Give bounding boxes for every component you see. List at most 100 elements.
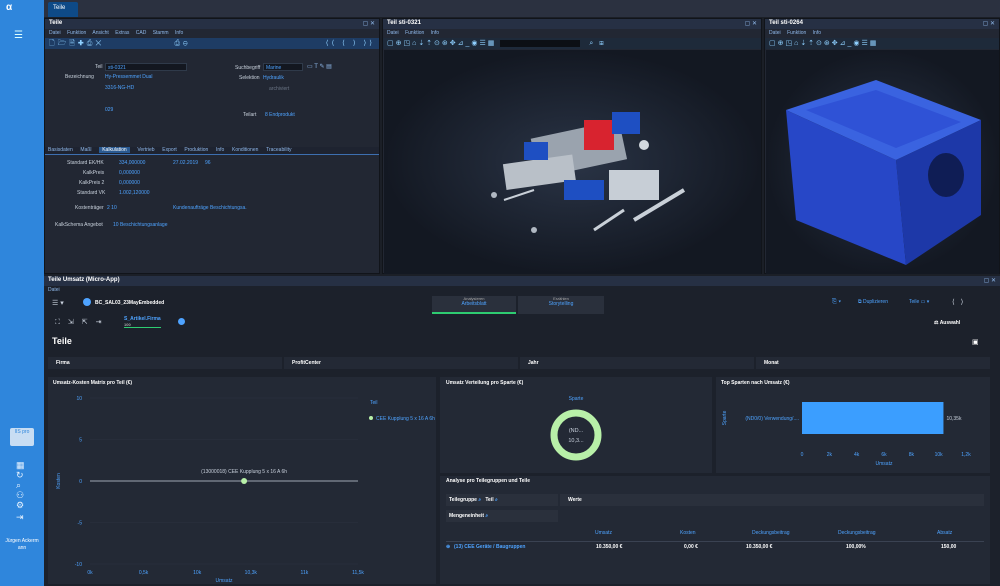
- search-icon[interactable]: ⌕: [495, 497, 498, 503]
- bar-title: Top Sparten nach Umsatz (€): [721, 380, 790, 386]
- menu-item-stamm[interactable]: Stamm: [153, 30, 169, 36]
- menu-item-extras[interactable]: Extras: [115, 30, 129, 36]
- suchbegriff-label: Suchbegriff: [235, 65, 261, 71]
- close-icon[interactable]: ▢ ✕: [984, 277, 996, 284]
- filter-firma[interactable]: Firma: [48, 357, 282, 369]
- pie-title: Umsatz Verteilung pro Sparte (€): [446, 380, 524, 386]
- table-filter-row: Teilegruppe ⌕ Teil ⌕: [446, 494, 558, 506]
- search-icon[interactable]: ⌕: [485, 513, 488, 519]
- standard-vk-field[interactable]: 1.002,120000: [119, 190, 150, 196]
- col-kosten[interactable]: Kosten: [680, 530, 696, 536]
- hamburger-icon[interactable]: ☰ ▾: [52, 299, 64, 307]
- nav-arrows[interactable]: ⟨ ⟩: [952, 298, 963, 306]
- filter-werte[interactable]: Werte: [560, 494, 984, 506]
- chip-settings-icon[interactable]: [178, 318, 185, 325]
- bar-chart[interactable]: 0 2k 4k 6k 8k 10k 1,2k Umsatz Sparte (ND0/0) Verw…: [716, 388, 990, 473]
- filter-teilegruppe[interactable]: Teilegruppe: [449, 497, 477, 503]
- menu-item-info[interactable]: Info: [431, 30, 439, 36]
- row-expand-icon[interactable]: ⊕: [446, 544, 450, 550]
- menu-item-ansicht[interactable]: Ansicht: [92, 30, 108, 36]
- tab-info[interactable]: Info: [216, 147, 224, 153]
- sheet-select-label: Teile: [909, 299, 920, 305]
- tab-massl[interactable]: Maßl: [80, 147, 91, 153]
- cell-absatz: 150,00: [941, 544, 957, 550]
- tab-produktion[interactable]: Produktion: [184, 147, 208, 153]
- kalkschema-field[interactable]: 10 Beschichtungsanlage: [113, 222, 168, 228]
- pie-center-label: (ND...: [569, 428, 584, 434]
- x-tick-label: 11k: [301, 570, 309, 576]
- mode-left-label: Arbeitsblatt: [461, 301, 487, 307]
- cad-viewport-box[interactable]: [766, 50, 999, 274]
- mode-arbeitsblatt[interactable]: Analysieren Arbeitsblatt: [432, 296, 516, 314]
- tab-kalkulation[interactable]: Kalkulation: [99, 147, 130, 153]
- menu-icon[interactable]: ☰: [14, 30, 23, 41]
- close-icon[interactable]: ▢ ✕: [983, 20, 995, 27]
- settings-icon[interactable]: ⚙: [16, 500, 24, 511]
- teilart-field[interactable]: 8 Endprodukt: [265, 112, 295, 118]
- menu-item-funktion[interactable]: Funktion: [787, 30, 806, 36]
- standard-ek-field[interactable]: 334,000000: [119, 160, 145, 166]
- filter-chip[interactable]: S_Artikel.Firma 100: [124, 316, 161, 328]
- filter-jahr[interactable]: Jahr: [520, 357, 754, 369]
- kostentraeger-field[interactable]: 2 10: [107, 205, 117, 211]
- export-icon[interactable]: ▣: [972, 338, 979, 346]
- menu-item-datei[interactable]: Datei: [48, 287, 60, 293]
- cad-viewport-assembly[interactable]: [384, 50, 761, 274]
- filter-monat[interactable]: Monat: [756, 357, 990, 369]
- tab-vertrieb[interactable]: Vertrieb: [137, 147, 154, 153]
- bookmark-icon[interactable]: ⎘ ▾: [832, 299, 841, 306]
- menu-item-info[interactable]: Info: [175, 30, 183, 36]
- filter-teil[interactable]: Teil: [485, 497, 493, 503]
- x-tick-label: 0: [801, 452, 804, 458]
- col-deckungsbeitrag[interactable]: Deckungsbeitrag: [752, 530, 790, 536]
- data-source[interactable]: BC_SAL03_23MayEmbedded: [95, 300, 164, 306]
- close-icon[interactable]: ▢ ✕: [363, 20, 375, 27]
- bezeichnung2-field[interactable]: 3316-NG-HD: [105, 85, 134, 91]
- selection-tools[interactable]: ⛶⇲⇱⇥: [55, 318, 110, 327]
- menu-item-datei[interactable]: Datei: [387, 30, 399, 36]
- sheet-select[interactable]: Teile ▭ ▾: [909, 299, 929, 305]
- search-icon[interactable]: ⌕: [478, 497, 481, 503]
- x-tick-label: 1,2k: [961, 452, 971, 458]
- tab-basisdaten[interactable]: Basisdaten: [48, 147, 73, 153]
- kalkpreis2-field[interactable]: 0,000000: [119, 180, 140, 186]
- duplicate-button[interactable]: ⧉ Duplizieren: [858, 299, 888, 305]
- col-umsatz[interactable]: Umsatz: [595, 530, 612, 536]
- menu-item-funktion[interactable]: Funktion: [67, 30, 86, 36]
- teil-field[interactable]: sti-0321: [105, 63, 187, 71]
- close-icon[interactable]: ▢ ✕: [745, 20, 757, 27]
- auswahl-button[interactable]: ⚖ Auswahl: [934, 320, 960, 326]
- col-deckungsbeitrag-pct[interactable]: Deckungsbeitrag: [838, 530, 876, 536]
- table-row[interactable]: ⊕ (13) CEE Geräte / Baugruppen 10.350,00…: [446, 541, 984, 551]
- pie-chart[interactable]: Sparte (ND... 10,3...: [440, 388, 712, 473]
- selektion-field[interactable]: Hydraulik: [263, 75, 284, 81]
- suchbegriff-field[interactable]: Marine: [263, 63, 303, 71]
- detail-tabs: Basisdaten Maßl Kalkulation Vertrieb Exp…: [45, 147, 379, 155]
- menu-item-cad[interactable]: CAD: [136, 30, 147, 36]
- panel-menu: Datei Funktion Info: [765, 29, 999, 38]
- tab-traceability[interactable]: Traceability: [266, 147, 291, 153]
- cad-panel-2: Teil sti-0264 ▢ ✕ Datei Funktion Info ▢⊕…: [764, 18, 1000, 274]
- scatter-chart[interactable]: 10 5 0 -5 -10 0k 0,5k 10k 10,3k 11k 11,5k Umsatz Kos…: [48, 388, 436, 584]
- col-absatz[interactable]: Absatz: [937, 530, 952, 536]
- user-name[interactable]: Jürgen Ackerm ann: [4, 538, 40, 552]
- logout-icon[interactable]: ⇥: [16, 512, 24, 523]
- cad-toolbar[interactable]: ▢⊕◳⌂⇣⇡⊙⊛✥⊿_◉☰▦ ⌕ ⊞: [383, 38, 761, 49]
- menu-item-datei[interactable]: Datei: [769, 30, 781, 36]
- menu-item-funktion[interactable]: Funktion: [405, 30, 424, 36]
- mode-storytelling[interactable]: Erzählen Storytelling: [518, 296, 604, 314]
- bezeichnung-field[interactable]: Hy-Pressemmet Dual: [105, 74, 153, 80]
- code-field[interactable]: 029: [105, 107, 113, 113]
- tab-teile[interactable]: Teile: [48, 2, 78, 17]
- filter-mengeneinheit[interactable]: Mengeneinheit: [449, 513, 484, 519]
- tab-konditionen[interactable]: Konditionen: [232, 147, 258, 153]
- cad-toolbar[interactable]: ▢⊕◳⌂⇣⇡⊙⊛✥⊿_◉☰▦: [765, 38, 999, 49]
- filter-profitcenter[interactable]: ProfitCenter: [284, 357, 518, 369]
- field-tools-icon[interactable]: ▭ T ✎ ▤: [307, 63, 332, 70]
- tab-export[interactable]: Export: [162, 147, 176, 153]
- menu-item-datei[interactable]: Datei: [49, 30, 61, 36]
- menu-item-info[interactable]: Info: [813, 30, 821, 36]
- date-field[interactable]: 27.02.2019: [173, 160, 198, 166]
- toolbar[interactable]: 🗋🗁🗎✚⎙✕ ⎙⊖ ⟨⟨ ⟨ ⟩ ⟩⟩: [45, 38, 379, 49]
- kalkpreis-field[interactable]: 0,000000: [119, 170, 140, 176]
